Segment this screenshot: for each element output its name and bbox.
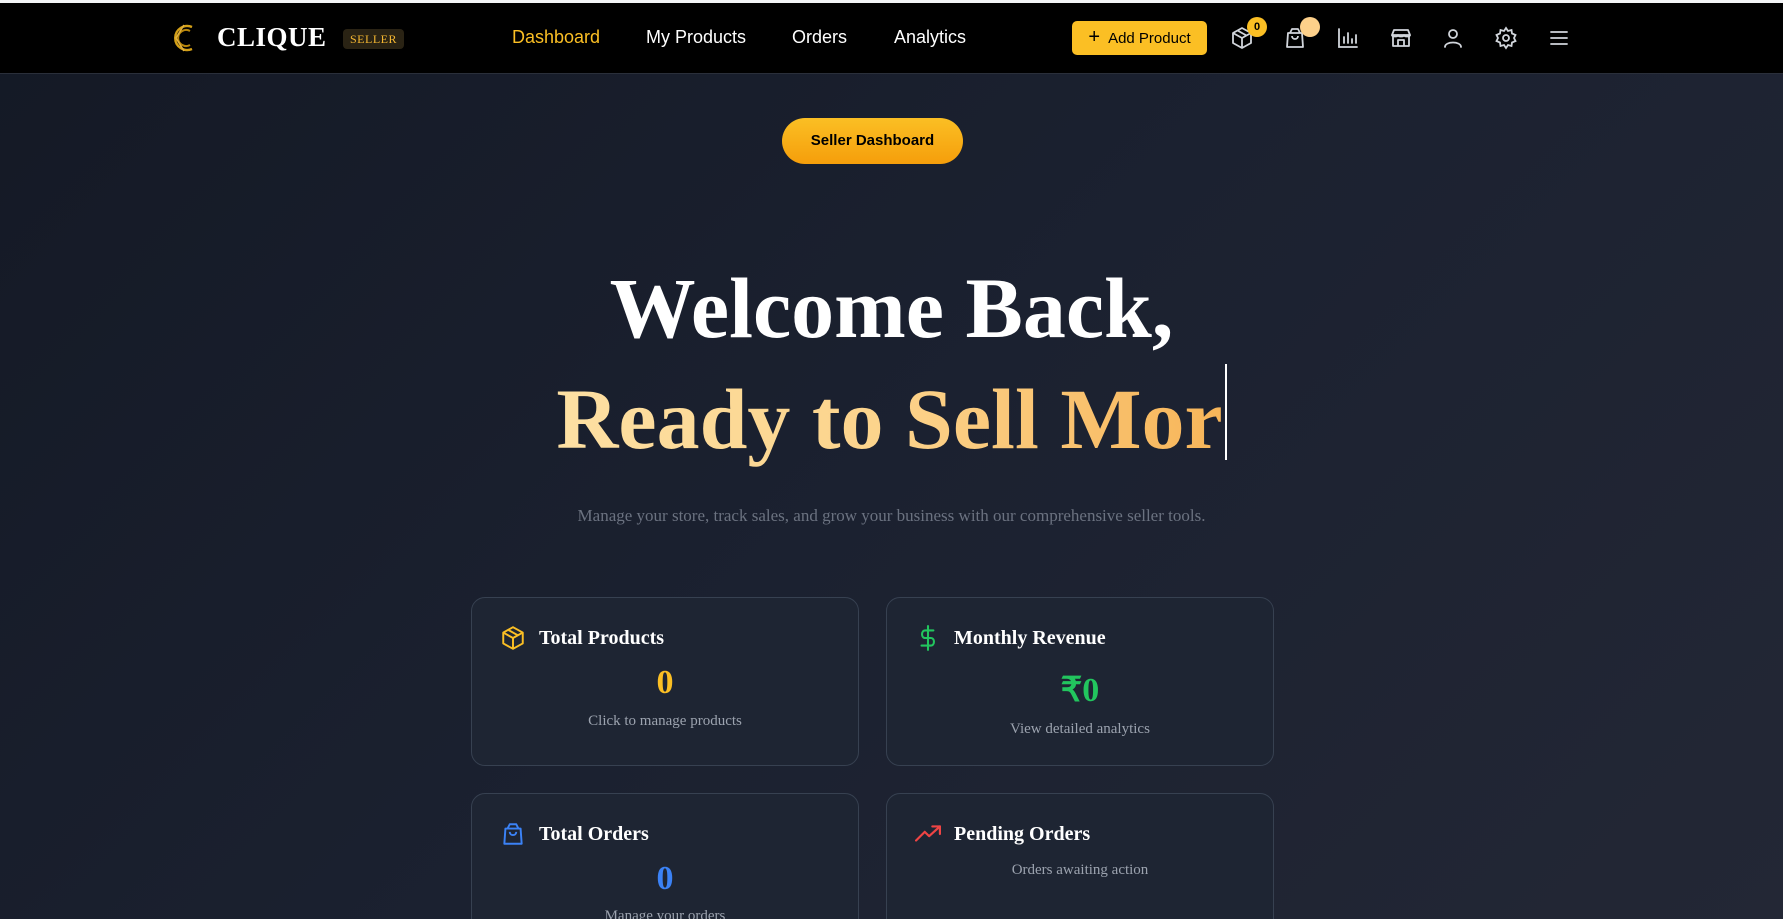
menu-icon[interactable] xyxy=(1547,26,1571,50)
package-icon xyxy=(500,625,526,651)
card-title: Pending Orders xyxy=(954,823,1091,845)
hero-subtitle: Manage your store, track sales, and grow… xyxy=(577,506,1206,525)
shopping-bag-icon xyxy=(500,821,526,847)
card-description: Manage your orders xyxy=(604,908,726,919)
nav-link-analytics[interactable]: Analytics xyxy=(894,27,966,48)
brand-name[interactable]: CLIQUE xyxy=(217,22,327,53)
card-description: Orders awaiting action xyxy=(1011,862,1149,878)
stat-card-total-orders[interactable]: Total Orders 0 Manage your orders xyxy=(471,793,859,919)
bar-chart-icon[interactable] xyxy=(1336,26,1360,50)
typing-heading: Ready to Sell Mor xyxy=(0,364,1783,469)
card-title: Monthly Revenue xyxy=(954,627,1106,649)
clique-logo-icon[interactable] xyxy=(170,21,202,55)
stat-card-total-products[interactable]: Total Products 0 Click to manage product… xyxy=(471,597,859,766)
cart-notification-dot xyxy=(1300,17,1320,37)
trending-up-icon xyxy=(915,821,941,847)
card-description: Click to manage products xyxy=(588,713,742,729)
nav-link-orders[interactable]: Orders xyxy=(792,27,847,48)
seller-badge: SELLER xyxy=(343,29,404,49)
nav-link-my-products[interactable]: My Products xyxy=(646,27,746,48)
plus-icon: + xyxy=(1088,26,1101,48)
top-navbar: CLIQUE SELLER Dashboard My Products Orde… xyxy=(0,3,1783,74)
welcome-heading: Welcome Back, xyxy=(609,260,1174,356)
typing-heading-text: Ready to Sell Mor xyxy=(556,371,1223,467)
typing-caret xyxy=(1224,364,1227,460)
store-icon[interactable] xyxy=(1389,26,1413,50)
stat-card-monthly-revenue[interactable]: Monthly Revenue ₹0 View detailed analyti… xyxy=(886,597,1274,766)
user-icon[interactable] xyxy=(1441,26,1465,50)
nav-link-dashboard[interactable]: Dashboard xyxy=(512,27,600,48)
card-title: Total Orders xyxy=(539,823,649,845)
add-product-button[interactable]: + Add Product xyxy=(1072,21,1207,55)
settings-icon[interactable] xyxy=(1494,26,1518,50)
card-value: 0 xyxy=(656,664,674,701)
card-description: View detailed analytics xyxy=(1010,721,1150,737)
add-product-label: Add Product xyxy=(1108,29,1191,47)
seller-dashboard-pill[interactable]: Seller Dashboard xyxy=(782,118,963,164)
card-value: 0 xyxy=(656,860,674,897)
products-count-badge: 0 xyxy=(1247,17,1267,37)
card-value: ₹0 xyxy=(1060,672,1100,709)
stat-card-pending-orders[interactable]: Pending Orders Orders awaiting action xyxy=(886,793,1274,919)
card-title: Total Products xyxy=(539,627,665,649)
dollar-icon xyxy=(915,625,941,651)
